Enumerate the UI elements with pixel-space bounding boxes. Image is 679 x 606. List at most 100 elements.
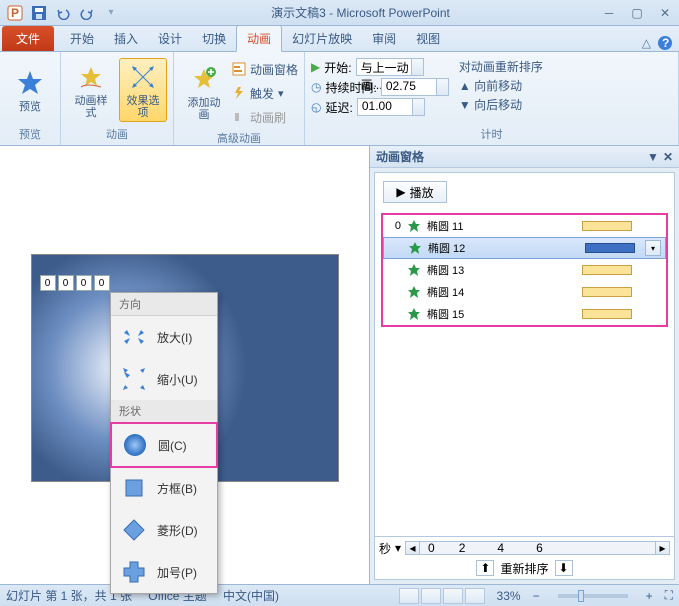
view-switcher: [399, 588, 485, 604]
zoom-out-icon[interactable]: −: [533, 589, 540, 603]
clock-icon: ◷: [311, 80, 321, 94]
tab-slideshow[interactable]: 幻灯片放映: [282, 26, 362, 51]
animation-tags: 0 0 0 0: [40, 275, 110, 291]
minimize-icon[interactable]: ─: [599, 5, 619, 21]
group-label: 动画: [67, 124, 167, 145]
title-bar: P ▾ 演示文稿3 - Microsoft PowerPoint ─ ▢ ✕: [0, 0, 679, 26]
duration-field: ◷ 持续时间: 02.75: [311, 78, 449, 96]
maximize-icon[interactable]: ▢: [627, 5, 647, 21]
timeline-bar[interactable]: [582, 221, 632, 231]
close-pane-icon[interactable]: ✕: [663, 150, 673, 164]
delay-field: ◵ 延迟: 01.00: [311, 98, 449, 116]
delay-spinner[interactable]: 01.00: [357, 98, 425, 116]
effect-star-icon: [408, 241, 422, 255]
timeline-bar[interactable]: [582, 309, 632, 319]
zoom-in-icon[interactable]: +: [646, 589, 653, 603]
pane-header: 动画窗格 ▼✕: [370, 146, 679, 168]
move-later-button[interactable]: ▼ 向后移动: [459, 96, 543, 113]
animation-row[interactable]: 椭圆 12 ▾: [383, 237, 666, 259]
animation-painter-button[interactable]: 动画刷: [232, 106, 298, 128]
timeline-bar[interactable]: [582, 265, 632, 275]
slideshow-view-button[interactable]: [465, 588, 485, 604]
fit-window-icon[interactable]: ⛶: [665, 588, 673, 603]
tab-animations[interactable]: 动画: [236, 25, 282, 52]
scroll-left-icon[interactable]: ◂: [406, 542, 420, 554]
clock-icon: ◵: [311, 100, 321, 114]
animation-row[interactable]: 椭圆 15: [383, 303, 666, 325]
trigger-button[interactable]: 触发 ▾: [232, 82, 298, 104]
ribbon-tabs: 文件 开始 插入 设计 切换 动画 幻灯片放映 审阅 视图 △ ?: [0, 26, 679, 52]
tab-review[interactable]: 审阅: [362, 26, 406, 51]
effect-star-icon: [407, 263, 421, 277]
menu-item-circle[interactable]: 圆(C): [110, 422, 218, 468]
workspace: 0 0 0 0 方向 放大(I) 缩小(U) 形状 圆(C) 方框(B): [0, 146, 679, 584]
circle-icon: [120, 430, 150, 460]
tab-transitions[interactable]: 切换: [192, 26, 236, 51]
chevron-down-icon[interactable]: ▼: [647, 150, 659, 164]
save-icon[interactable]: [28, 2, 50, 24]
menu-item-shrink[interactable]: 缩小(U): [111, 358, 217, 400]
zoom-thumb[interactable]: [578, 590, 584, 602]
animation-pane: 动画窗格 ▼✕ ▶ 播放 0 椭圆 11 椭圆 12 ▾: [369, 146, 679, 584]
reading-view-button[interactable]: [443, 588, 463, 604]
timeline-bar[interactable]: [582, 287, 632, 297]
move-up-icon[interactable]: ⬆: [476, 560, 494, 576]
tag[interactable]: 0: [40, 275, 56, 291]
tag[interactable]: 0: [76, 275, 92, 291]
group-timing: ▶ 开始: 与上一动画... ◷ 持续时间: 02.75 ◵ 延迟: 01.00…: [305, 52, 679, 145]
square-icon: [119, 473, 149, 503]
zoom-level[interactable]: 33%: [497, 589, 521, 603]
zoom-slider[interactable]: [558, 594, 628, 598]
move-down-icon[interactable]: ⬇: [555, 560, 573, 576]
undo-icon[interactable]: [52, 2, 74, 24]
animation-styles-button[interactable]: 动画样式: [67, 58, 115, 122]
animation-row[interactable]: 椭圆 14: [383, 281, 666, 303]
tab-home[interactable]: 开始: [60, 26, 104, 51]
close-icon[interactable]: ✕: [655, 5, 675, 21]
preview-button[interactable]: 预览: [6, 64, 54, 116]
play-button[interactable]: ▶ 播放: [383, 181, 447, 203]
tab-file[interactable]: 文件: [2, 26, 54, 51]
redo-icon[interactable]: [76, 2, 98, 24]
menu-item-diamond[interactable]: 菱形(D): [111, 509, 217, 551]
animation-pane-button[interactable]: 动画窗格: [232, 58, 298, 80]
minimize-ribbon-icon[interactable]: △: [642, 36, 651, 50]
ribbon: 预览 预览 动画样式 效果选项 动画 添加动画 动画窗格 触发 ▾: [0, 52, 679, 146]
menu-item-expand[interactable]: 放大(I): [111, 316, 217, 358]
spinner-icon[interactable]: [436, 79, 448, 95]
language-indicator[interactable]: 中文(中国): [223, 587, 279, 604]
chevron-down-icon[interactable]: [411, 59, 423, 75]
animation-row[interactable]: 椭圆 13: [383, 259, 666, 281]
scroll-right-icon[interactable]: ▸: [655, 542, 669, 554]
animation-list: 0 椭圆 11 椭圆 12 ▾ 椭圆 13: [381, 213, 668, 327]
arrows-out-icon: [127, 61, 159, 93]
tab-insert[interactable]: 插入: [104, 26, 148, 51]
start-dropdown[interactable]: 与上一动画...: [356, 58, 424, 76]
app-icon[interactable]: P: [4, 2, 26, 24]
normal-view-button[interactable]: [399, 588, 419, 604]
spinner-icon[interactable]: [412, 99, 424, 115]
help-icon[interactable]: ?: [657, 35, 673, 51]
animation-row[interactable]: 0 椭圆 11: [383, 215, 666, 237]
group-advanced-animation: 添加动画 动画窗格 触发 ▾ 动画刷 高级动画: [174, 52, 305, 145]
timeline-bar[interactable]: [585, 243, 635, 253]
tag[interactable]: 0: [94, 275, 110, 291]
add-animation-button[interactable]: 添加动画: [180, 60, 228, 124]
duration-spinner[interactable]: 02.75: [381, 78, 449, 96]
sorter-view-button[interactable]: [421, 588, 441, 604]
menu-item-square[interactable]: 方框(B): [111, 467, 217, 509]
effect-star-icon: [407, 307, 421, 321]
move-earlier-button[interactable]: ▲ 向前移动: [459, 77, 543, 94]
tab-view[interactable]: 视图: [406, 26, 450, 51]
tag[interactable]: 0: [58, 275, 74, 291]
group-animation: 动画样式 效果选项 动画: [61, 52, 174, 145]
effect-options-button[interactable]: 效果选项: [119, 58, 167, 122]
menu-item-plus[interactable]: 加号(P): [111, 551, 217, 593]
qat-dropdown-icon[interactable]: ▾: [100, 2, 122, 24]
chevron-down-icon[interactable]: ▾: [645, 240, 661, 256]
tab-design[interactable]: 设计: [148, 26, 192, 51]
svg-text:?: ?: [662, 36, 669, 50]
star-plus-icon: [188, 63, 220, 95]
timeline-scroller[interactable]: ◂ 0 2 4 6 ▸: [405, 541, 670, 555]
chevron-down-icon[interactable]: ▾: [395, 541, 401, 555]
